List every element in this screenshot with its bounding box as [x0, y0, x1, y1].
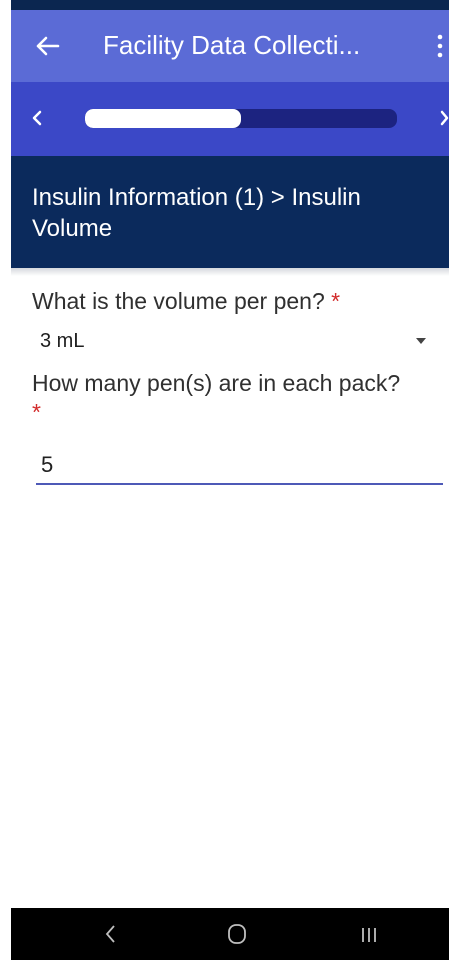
system-nav-bar [11, 908, 449, 960]
volume-select[interactable]: 3 mL [40, 327, 84, 355]
question-volume-text: What is the volume per pen? [32, 288, 325, 314]
nav-back-icon[interactable] [103, 923, 119, 945]
question-pens-label: How many pen(s) are in each pack? * [32, 369, 412, 427]
arrow-left-icon[interactable] [33, 32, 61, 60]
dropdown-arrow-icon[interactable] [415, 337, 427, 345]
question-pens-text: How many pen(s) are in each pack? [32, 370, 401, 396]
screen: Facility Data Collecti... Insulin Inform… [0, 0, 449, 960]
question-volume-label: What is the volume per pen? * [32, 287, 412, 316]
pens-per-pack-input[interactable] [36, 446, 443, 485]
progress-bar-fill [85, 109, 241, 128]
more-vert-icon[interactable] [435, 33, 445, 59]
section-header: Insulin Information (1) > Insulin Volume [11, 156, 449, 268]
progress-row [11, 82, 449, 156]
app-title: Facility Data Collecti... [103, 30, 361, 60]
section-title: Insulin Information (1) > Insulin Volume [32, 184, 361, 242]
required-marker: * [32, 399, 41, 425]
status-bar-strip [11, 0, 449, 10]
progress-bar [85, 109, 397, 128]
chevron-right-icon[interactable] [439, 108, 449, 128]
required-marker: * [331, 288, 341, 314]
nav-recent-apps-icon[interactable] [358, 925, 380, 945]
app-bar: Facility Data Collecti... [11, 10, 449, 82]
chevron-left-icon[interactable] [29, 108, 45, 128]
nav-home-icon[interactable] [227, 923, 247, 945]
header-shadow [11, 268, 449, 276]
